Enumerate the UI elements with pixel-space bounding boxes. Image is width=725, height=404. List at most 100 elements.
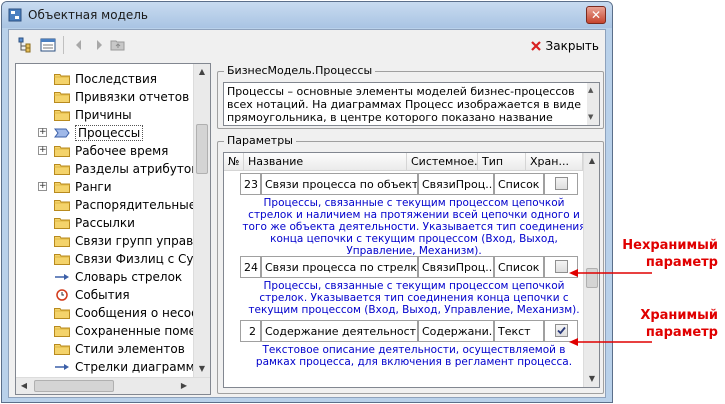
- tree-item-label: Причины: [75, 108, 132, 122]
- tree-item[interactable]: Стрелки диаграмм: [16, 358, 195, 376]
- checkmark-icon: [557, 326, 566, 335]
- app-icon: [8, 8, 22, 22]
- tree-item[interactable]: + Рабочее время: [16, 142, 168, 160]
- folder-icon: [54, 326, 70, 337]
- description-content: Процессы – основные элементы моделей биз…: [227, 85, 582, 125]
- grid-scroll-down-icon[interactable]: ▼: [584, 371, 599, 387]
- tree-expand-icon[interactable]: +: [38, 182, 47, 191]
- scroll-left-arrow-icon[interactable]: ◀: [16, 378, 32, 394]
- object-tree[interactable]: Последствия Привязки отчетов Причины + Проце…: [15, 63, 211, 395]
- row-type[interactable]: Список: [494, 256, 544, 278]
- tree-item[interactable]: + Ранги: [16, 178, 112, 196]
- tree-expand-icon[interactable]: +: [38, 146, 47, 155]
- row-system-name[interactable]: СвязиПроц...: [418, 256, 494, 278]
- desc-scroll-up-icon[interactable]: ▲: [588, 84, 593, 97]
- folder-icon: [54, 308, 70, 319]
- stored-checkbox[interactable]: [555, 177, 568, 190]
- folder-icon: [54, 236, 70, 247]
- tree-item-label: Ранги: [75, 180, 112, 194]
- folder-icon: [54, 344, 70, 355]
- tree-item[interactable]: Сохраненные пометк: [16, 322, 210, 340]
- clock-icon: [56, 289, 68, 301]
- row-name[interactable]: Связи процесса по стрелкам: [261, 256, 418, 278]
- tree-item[interactable]: Разделы атрибутов об: [16, 160, 210, 178]
- client-area: Закрыть Последствия Привязки отчетов Причи…: [8, 29, 606, 398]
- row-description: Текстовое описание деятельности, осущест…: [255, 344, 573, 368]
- close-button-label: Закрыть: [545, 39, 599, 53]
- tree-item[interactable]: Сообщения о несоот: [16, 304, 205, 322]
- folder-icon: [54, 74, 70, 85]
- folder-up-icon[interactable]: [110, 37, 126, 53]
- params-group: Параметры № Название Системное... Тип Хран..…: [217, 134, 604, 394]
- process-icon: [54, 128, 70, 138]
- arrow-icon: [55, 364, 69, 370]
- tree-item[interactable]: Словарь стрелок: [16, 268, 182, 286]
- tree-item[interactable]: Привязки отчетов: [16, 88, 189, 106]
- tree-view-icon[interactable]: [17, 37, 33, 53]
- row-number[interactable]: 2: [240, 320, 261, 342]
- window-close-button[interactable]: ✕: [586, 6, 606, 24]
- tree-hscroll-thumb[interactable]: [34, 380, 114, 392]
- column-header[interactable]: Хран...: [526, 153, 583, 171]
- scroll-right-arrow-icon[interactable]: ▶: [176, 378, 192, 394]
- tree-item[interactable]: Последствия: [16, 70, 157, 88]
- tree-item-label: Сохраненные пометк: [75, 324, 211, 338]
- tree-scroll-thumb[interactable]: [196, 124, 208, 174]
- row-system-name[interactable]: Содержани...: [418, 320, 494, 342]
- row-system-name[interactable]: СвязиПроц...: [418, 173, 494, 195]
- folder-icon: [54, 92, 70, 103]
- tree-item-label: Сообщения о несоот: [75, 306, 206, 320]
- row-type[interactable]: Список: [494, 173, 544, 195]
- object-model-window: Объектная модель ✕ Закрыть Последствия П…: [1, 1, 613, 403]
- grid-scroll-thumb[interactable]: [586, 268, 598, 288]
- properties-icon[interactable]: [40, 37, 56, 53]
- column-header[interactable]: Системное...: [407, 153, 478, 171]
- scroll-up-arrow-icon[interactable]: ▲: [194, 64, 210, 80]
- stored-annotation: Хранимый параметр: [640, 308, 718, 340]
- folder-icon: [54, 164, 70, 175]
- close-red-x-icon: [530, 41, 541, 51]
- tree-item[interactable]: + Процессы: [16, 124, 144, 142]
- tree-item[interactable]: События: [16, 286, 130, 304]
- tree-item-label: Стрелки диаграмм: [75, 360, 195, 374]
- tree-item[interactable]: Рассылки: [16, 214, 135, 232]
- grid-vertical-scrollbar[interactable]: ▲ ▼: [583, 153, 599, 387]
- tree-item-label: Распорядительные до: [75, 198, 211, 212]
- forward-arrow-icon[interactable]: [91, 37, 107, 53]
- row-type[interactable]: Текст: [494, 320, 544, 342]
- scroll-down-arrow-icon[interactable]: ▼: [194, 361, 210, 377]
- tree-item-label: События: [75, 288, 130, 302]
- tree-item[interactable]: Связи Физлиц с Субъ: [16, 250, 209, 268]
- row-number[interactable]: 23: [240, 173, 261, 195]
- grid-scroll-up-icon[interactable]: ▲: [584, 153, 599, 169]
- tree-item[interactable]: Причины: [16, 106, 132, 124]
- tree-item[interactable]: Распорядительные до: [16, 196, 211, 214]
- tree-item-label: Связи групп управлен: [75, 234, 211, 248]
- stored-checkbox[interactable]: [555, 260, 568, 273]
- stored-checkbox-checked[interactable]: [555, 324, 568, 337]
- column-header[interactable]: Название: [244, 153, 407, 171]
- row-name[interactable]: Содержание деятельности: [261, 320, 418, 342]
- tree-expand-icon[interactable]: +: [38, 128, 47, 137]
- toolbar: Закрыть: [9, 30, 605, 60]
- row-name[interactable]: Связи процесса по объектам: [261, 173, 418, 195]
- close-button[interactable]: Закрыть: [530, 36, 599, 56]
- tree-horizontal-scrollbar[interactable]: ◀ ▶: [16, 377, 210, 394]
- folder-icon: [54, 200, 70, 211]
- folder-icon: [54, 146, 70, 157]
- params-grid[interactable]: № Название Системное... Тип Хран... 23 Связи …: [223, 152, 600, 388]
- tree-item-label: Привязки отчетов: [75, 90, 190, 104]
- tree-item[interactable]: Стили элементов: [16, 340, 185, 358]
- tree-item-label: Словарь стрелок: [75, 270, 183, 284]
- tree-vertical-scrollbar[interactable]: ▲ ▼: [193, 64, 210, 377]
- arrow-icon: [55, 274, 69, 280]
- row-number[interactable]: 24: [240, 256, 261, 278]
- description-group-title: БизнесМодель.Процессы: [224, 64, 376, 77]
- back-arrow-icon[interactable]: [71, 37, 87, 53]
- tree-item-label: Процессы: [75, 125, 144, 141]
- description-scrollbar[interactable]: ▲ ▼: [587, 83, 599, 125]
- column-header[interactable]: Тип: [478, 153, 526, 171]
- column-header[interactable]: №: [224, 153, 244, 171]
- tree-item[interactable]: Связи групп управлен: [16, 232, 211, 250]
- desc-scroll-down-icon[interactable]: ▼: [588, 111, 593, 124]
